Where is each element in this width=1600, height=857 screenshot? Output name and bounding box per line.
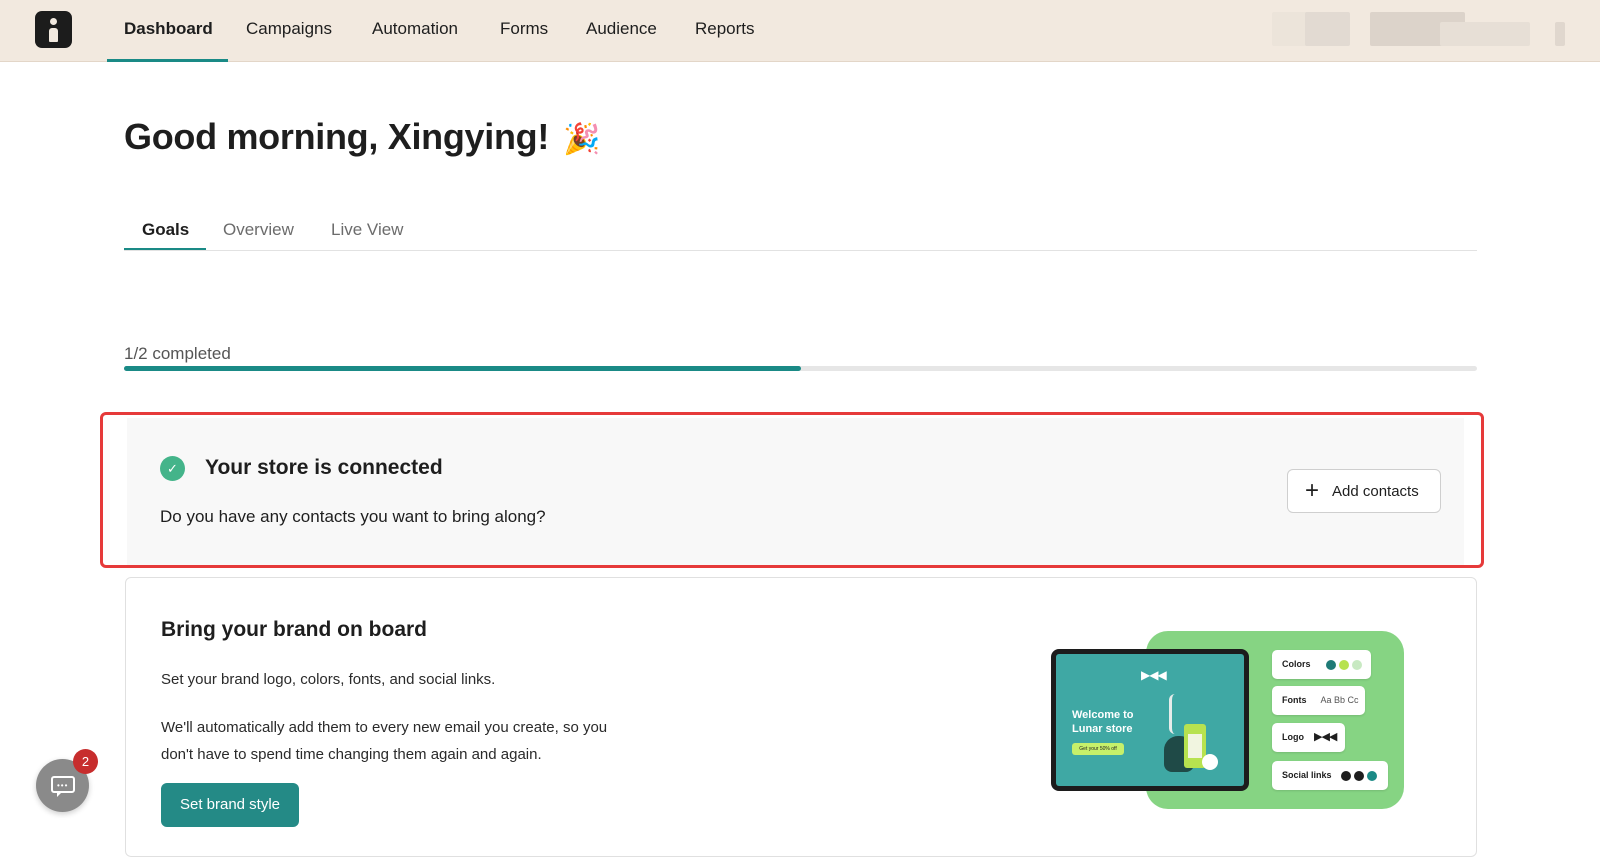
blurred-region xyxy=(1555,22,1565,46)
tablet-screen: ▶◀◀ Welcome to Lunar store Get your 50% … xyxy=(1056,654,1244,786)
decorative-flower xyxy=(1202,754,1218,770)
screen-welcome-title: Welcome to Lunar store xyxy=(1072,709,1134,735)
store-card-body xyxy=(127,418,1464,565)
check-circle-icon: ✓ xyxy=(160,456,185,481)
decorative-swirl xyxy=(1169,694,1181,734)
logo-dot xyxy=(50,18,57,25)
logo-stem xyxy=(49,28,58,42)
chat-bubble-icon: ••• xyxy=(51,776,75,797)
nav-item-forms[interactable]: Forms xyxy=(500,0,548,62)
store-connected-card xyxy=(100,412,1484,568)
dashboard-tabs: Goals Overview Live View xyxy=(124,210,1477,251)
logo-chip-label: Logo xyxy=(1282,732,1304,742)
top-nav-bar: Dashboard Campaigns Automation Forms Aud… xyxy=(0,0,1600,62)
logo-chip: Logo ▶◀◀ xyxy=(1272,723,1345,752)
nav-item-dashboard[interactable]: Dashboard xyxy=(124,0,213,62)
progress-label: 1/2 completed xyxy=(124,344,231,363)
colors-chip: Colors xyxy=(1272,650,1371,679)
fonts-chip: Fonts Aa Bb Cc xyxy=(1272,686,1365,715)
tab-live-view[interactable]: Live View xyxy=(331,220,403,240)
add-social-icon xyxy=(1366,770,1377,781)
add-contacts-label: Add contacts xyxy=(1332,483,1419,500)
add-contacts-button[interactable]: + Add contacts xyxy=(1287,469,1441,513)
brand-logo-icon: ▶◀◀ xyxy=(1314,731,1337,743)
progress-bar xyxy=(124,366,1477,371)
colors-chip-label: Colors xyxy=(1282,659,1311,669)
progress-bar-fill xyxy=(124,366,801,371)
screen-offer-button: Get your 50% off xyxy=(1072,743,1124,755)
fonts-chip-label: Fonts xyxy=(1282,695,1307,705)
social-links-chip: Social links xyxy=(1272,761,1388,790)
store-logo-icon: ▶◀◀ xyxy=(1141,668,1167,682)
fonts-sample: Aa Bb Cc xyxy=(1320,695,1359,705)
store-card-question: Do you have any contacts you want to bri… xyxy=(160,507,546,526)
color-swatch xyxy=(1339,659,1350,670)
nav-item-automation[interactable]: Automation xyxy=(372,0,458,62)
color-swatch xyxy=(1352,659,1363,670)
blurred-region xyxy=(1305,12,1350,46)
plus-icon: + xyxy=(1305,477,1320,504)
page-title: Good morning, Xingying! 🎉 xyxy=(124,116,600,158)
brand-card-description: Set your brand logo, colors, fonts, and … xyxy=(161,671,496,688)
tab-active-indicator xyxy=(124,248,206,250)
facebook-icon xyxy=(1340,770,1351,781)
color-swatch xyxy=(1326,659,1337,670)
nav-item-campaigns[interactable]: Campaigns xyxy=(246,0,332,62)
app-logo-icon[interactable] xyxy=(35,11,72,48)
nav-item-reports[interactable]: Reports xyxy=(695,0,755,62)
blurred-region xyxy=(1440,22,1530,46)
nav-active-indicator xyxy=(107,59,228,62)
instagram-icon xyxy=(1353,770,1364,781)
party-popper-icon: 🎉 xyxy=(563,123,601,156)
set-brand-style-button[interactable]: Set brand style xyxy=(161,783,299,827)
brand-card-title: Bring your brand on board xyxy=(161,618,427,641)
nav-item-audience[interactable]: Audience xyxy=(586,0,657,62)
social-links-chip-label: Social links xyxy=(1282,770,1332,780)
brand-card-detail: We'll automatically add them to every ne… xyxy=(161,719,608,763)
chat-notification-badge: 2 xyxy=(73,749,98,774)
store-card-title: Your store is connected xyxy=(205,456,443,479)
tab-goals[interactable]: Goals xyxy=(142,220,189,240)
tablet-mockup: ▶◀◀ Welcome to Lunar store Get your 50% … xyxy=(1051,649,1249,791)
tab-overview[interactable]: Overview xyxy=(223,220,294,240)
greeting-text: Good morning, Xingying! xyxy=(124,116,550,157)
